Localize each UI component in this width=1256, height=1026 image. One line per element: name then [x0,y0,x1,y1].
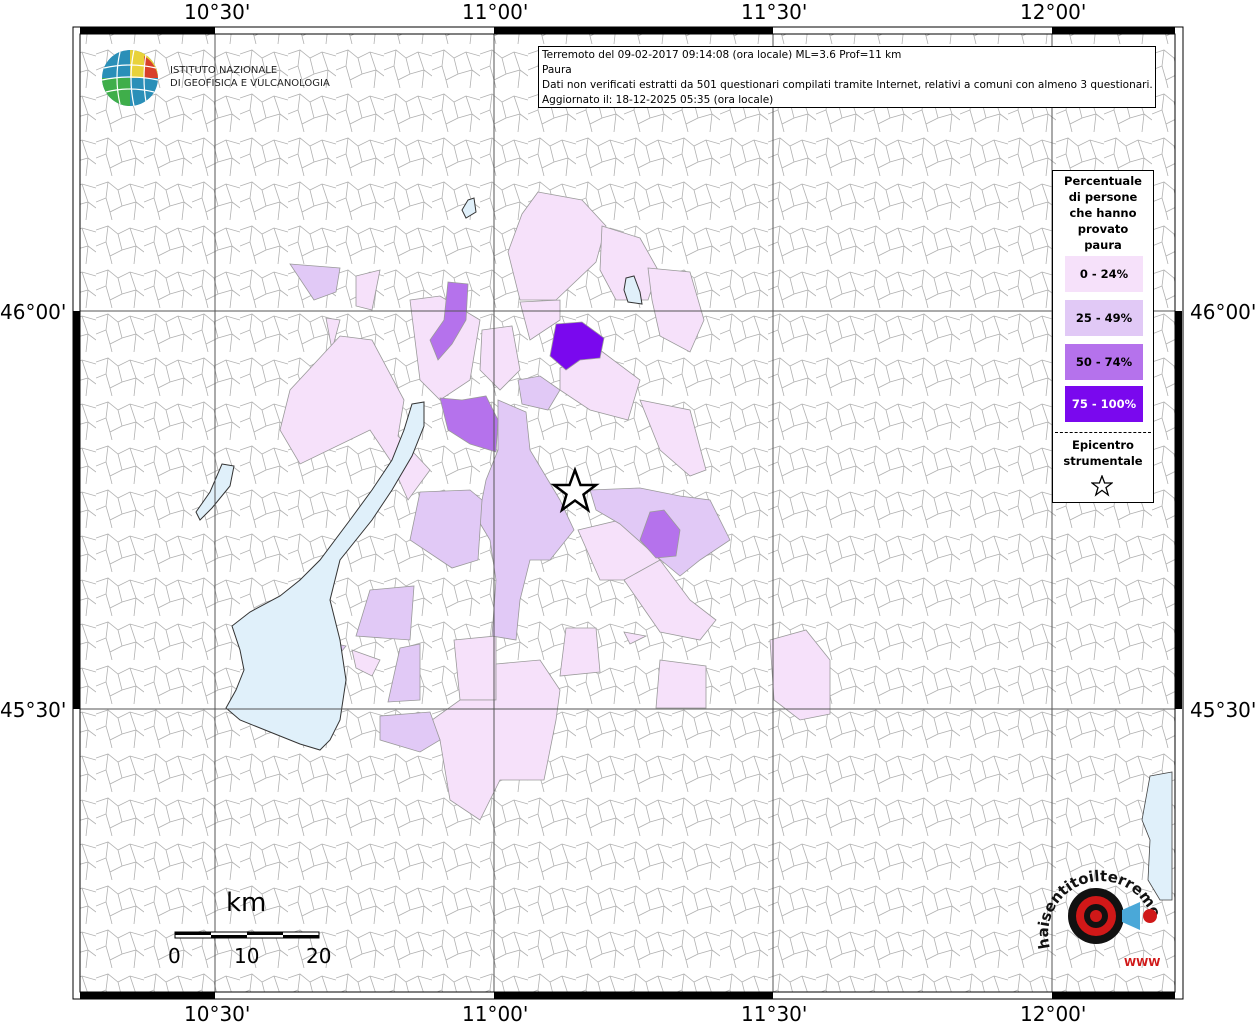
legend-title-line: di persone [1068,190,1138,204]
scale-tick-20: 20 [306,944,332,968]
legend-class-75-100: 75 - 100% [1065,386,1143,422]
legend-title-line: che hanno [1069,206,1137,220]
event-note: Dati non verificati estratti da 501 ques… [542,79,1153,91]
legend-title-line: Percentuale [1064,174,1142,188]
legend-class-0-24: 0 - 24% [1065,256,1143,292]
legend-epicenter-line: Epicentro [1072,438,1134,452]
scale-unit: km [226,888,267,918]
ingv-logo: ISTITUTO NAZIONALE DI GEOFISICA E VULCAN… [100,48,330,110]
hai-sentito-il-terremoto-logo: haisentitoilterremoto.it WWW [1031,846,1176,980]
scale-bar [174,931,320,939]
legend: Percentuale di persone che hanno provato… [1052,170,1154,503]
lon-label-top-1: 10°30' [184,0,251,24]
lon-label-bottom-1: 10°30' [184,1002,251,1026]
event-info-box: Terremoto del 09-02-2017 09:14:08 (ora l… [538,46,1156,108]
lon-label-top-4: 12°00' [1020,0,1087,24]
lat-label-right-1: 46°00' [1190,300,1256,324]
lat-label-right-2: 45°30' [1190,698,1256,722]
lon-label-bottom-4: 12°00' [1020,1002,1087,1026]
legend-title: Percentuale di persone che hanno provato… [1053,173,1153,253]
event-parameter: Paura [542,64,572,76]
event-title: Terremoto del 09-02-2017 09:14:08 (ora l… [542,49,902,61]
lon-label-top-3: 11°30' [741,0,808,24]
legend-title-line: paura [1084,238,1122,252]
legend-title-line: provato [1077,222,1129,236]
logo-line-2: DI GEOFISICA E VULCANOLOGIA [170,78,330,89]
legend-class-50-74: 50 - 74% [1065,344,1143,380]
ingv-logo-text: ISTITUTO NAZIONALE DI GEOFISICA E VULCAN… [170,64,330,90]
lon-label-top-2: 11°00' [462,0,529,24]
logo-line-1: ISTITUTO NAZIONALE [170,65,278,76]
target-icon: haisentitoilterremoto.it WWW [1031,846,1165,969]
lon-label-bottom-3: 11°30' [741,1002,808,1026]
scale-tick-10: 10 [234,944,260,968]
legend-epicenter-label: Epicentro strumentale [1053,437,1153,469]
legend-epicenter-line: strumentale [1063,454,1143,468]
scale-tick-0: 0 [168,944,181,968]
brand-url: WWW [1124,956,1160,969]
lon-label-bottom-2: 11°00' [462,1002,529,1026]
lat-label-left-1: 46°00' [0,300,67,324]
lat-label-left-2: 45°30' [0,698,67,722]
event-updated: Aggiornato il: 18-12-2025 05:35 (ora loc… [542,94,774,106]
legend-separator [1055,432,1151,433]
globe-icon [101,49,159,107]
legend-class-25-49: 25 - 49% [1065,300,1143,336]
star-icon [1091,475,1113,497]
